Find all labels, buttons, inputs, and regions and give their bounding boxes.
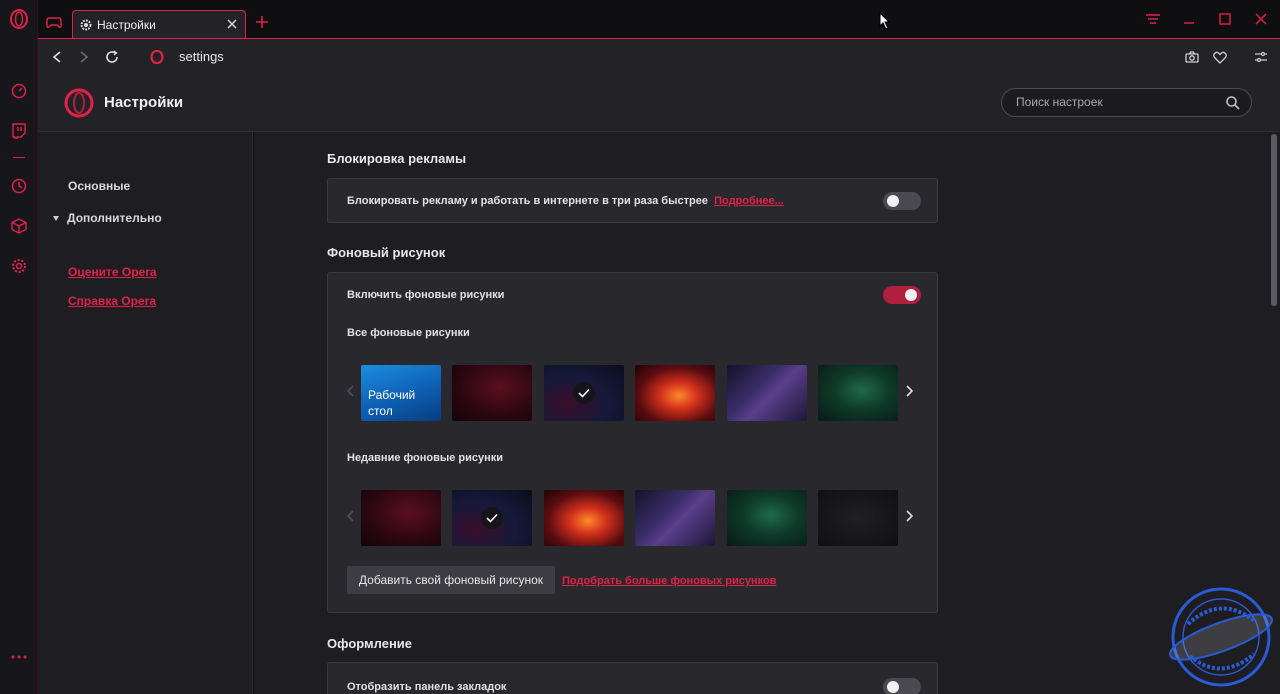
adblock-label: Блокировать рекламу и работать в интерне…	[347, 195, 708, 207]
reload-icon[interactable]	[103, 48, 121, 66]
scrollbar-thumb[interactable]	[1271, 134, 1277, 306]
recent-wallpaper-thumb-selected[interactable]	[452, 490, 532, 546]
more-icon[interactable]	[9, 647, 29, 667]
url-text[interactable]: settings	[179, 49, 224, 64]
wallpaper-thumb[interactable]	[635, 365, 715, 421]
recent-wallpaper-thumb[interactable]	[727, 490, 807, 546]
adblock-toggle[interactable]	[883, 192, 921, 210]
adblock-more-link[interactable]: Подробнее...	[714, 195, 784, 207]
all-wallpapers-label: Все фоновые рисунки	[347, 327, 470, 339]
address-bar: settings	[38, 38, 1280, 74]
wallpaper-toggle[interactable]	[883, 286, 921, 304]
extensions-icon[interactable]	[9, 216, 29, 236]
speed-dial-icon[interactable]	[9, 81, 29, 101]
wallpaper-enable-label: Включить фоновые рисунки	[347, 289, 505, 301]
recent-next-arrow-icon[interactable]	[903, 509, 917, 523]
tab-title: Настройки	[97, 17, 156, 32]
sidebar-separator	[13, 157, 25, 158]
search-input[interactable]	[1016, 95, 1216, 109]
adblock-card: Блокировать рекламу и работать в интерне…	[327, 178, 938, 223]
history-icon[interactable]	[9, 176, 29, 196]
opera-page-icon	[148, 48, 166, 66]
adblock-row: Блокировать рекламу и работать в интерне…	[347, 195, 784, 207]
toggle-knob	[887, 681, 899, 693]
more-wallpapers-link[interactable]: Подобрать больше фоновых рисунков	[562, 575, 776, 587]
bookmarks-bar-toggle[interactable]	[883, 678, 921, 694]
appearance-card: Отобразить панель закладок	[327, 662, 938, 694]
wallpaper-thumb[interactable]	[818, 365, 898, 421]
back-icon[interactable]	[48, 48, 66, 66]
sidebar	[0, 0, 38, 694]
minimize-icon[interactable]	[1180, 10, 1198, 28]
wallpaper-thumb-selected[interactable]	[544, 365, 624, 421]
recent-prev-arrow-icon[interactable]	[343, 509, 357, 523]
page-title: Настройки	[104, 94, 184, 111]
settings-gear-icon[interactable]	[9, 256, 29, 276]
gamepad-icon[interactable]	[44, 13, 64, 33]
easy-setup-sliders-icon[interactable]	[1252, 48, 1270, 66]
wallpaper-thumb[interactable]	[452, 365, 532, 421]
add-wallpaper-button[interactable]: Добавить свой фоновый рисунок	[347, 566, 555, 594]
search-icon[interactable]	[1225, 95, 1241, 111]
easy-setup-icon[interactable]	[1144, 10, 1162, 28]
mouse-cursor-icon	[879, 12, 891, 30]
new-tab-icon[interactable]	[254, 14, 270, 30]
recent-wallpaper-thumb[interactable]	[544, 490, 624, 546]
heart-icon[interactable]	[1211, 48, 1229, 66]
twitch-icon[interactable]	[9, 121, 29, 141]
toggle-knob	[887, 195, 899, 207]
camera-icon[interactable]	[1183, 48, 1201, 66]
checkmark-icon	[573, 382, 595, 404]
recent-wallpaper-thumb[interactable]	[635, 490, 715, 546]
forward-icon[interactable]	[75, 48, 93, 66]
all-prev-arrow-icon[interactable]	[343, 384, 357, 398]
maximize-icon[interactable]	[1216, 10, 1234, 28]
close-window-icon[interactable]	[1252, 10, 1270, 28]
opera-menu-icon[interactable]	[9, 9, 29, 29]
gear-icon	[79, 18, 93, 32]
wallpaper-thumb-desktop[interactable]: Рабочий стол	[361, 365, 441, 421]
recent-wallpaper-thumb[interactable]	[818, 490, 898, 546]
settings-search[interactable]	[1001, 88, 1252, 117]
expand-triangle-icon[interactable]	[53, 216, 59, 221]
tab-close-icon[interactable]	[225, 17, 239, 31]
settings-content: Блокировка рекламы Блокировать рекламу и…	[254, 132, 1268, 694]
nav-basic[interactable]: Основные	[68, 179, 130, 193]
checkmark-icon	[481, 507, 503, 529]
nav-help-opera-link[interactable]: Справка Opera	[68, 294, 156, 308]
opera-logo-icon	[64, 88, 94, 118]
wallpaper-section-title: Фоновый рисунок	[327, 245, 446, 260]
appearance-section-title: Оформление	[327, 636, 413, 651]
browser-window: Настройки settings Настройки Поиск настр…	[0, 0, 1280, 694]
wallpaper-card: Включить фоновые рисунки Все фоновые рис…	[327, 272, 938, 613]
bookmarks-bar-label: Отобразить панель закладок	[347, 681, 507, 693]
title-bar: Настройки	[38, 0, 1280, 38]
adblock-section-title: Блокировка рекламы	[327, 151, 467, 166]
wallpaper-thumb[interactable]	[727, 365, 807, 421]
settings-header: Настройки	[38, 74, 1280, 132]
recent-wallpaper-thumb[interactable]	[361, 490, 441, 546]
all-next-arrow-icon[interactable]	[903, 384, 917, 398]
nav-rate-opera-link[interactable]: Оцените Opera	[68, 265, 157, 279]
settings-nav: Основные Дополнительно Оцените Opera Спр…	[38, 132, 253, 694]
recent-wallpapers-label: Недавние фоновые рисунки	[347, 452, 504, 464]
nav-advanced[interactable]: Дополнительно	[67, 211, 162, 225]
more-wallpapers-row: Подобрать больше фоновых рисунков	[562, 575, 776, 587]
toggle-knob	[905, 289, 917, 301]
desktop-thumb-label: Рабочий стол	[368, 388, 416, 418]
watermark-stamp-icon	[1169, 587, 1273, 687]
tab-settings[interactable]: Настройки	[72, 10, 246, 38]
